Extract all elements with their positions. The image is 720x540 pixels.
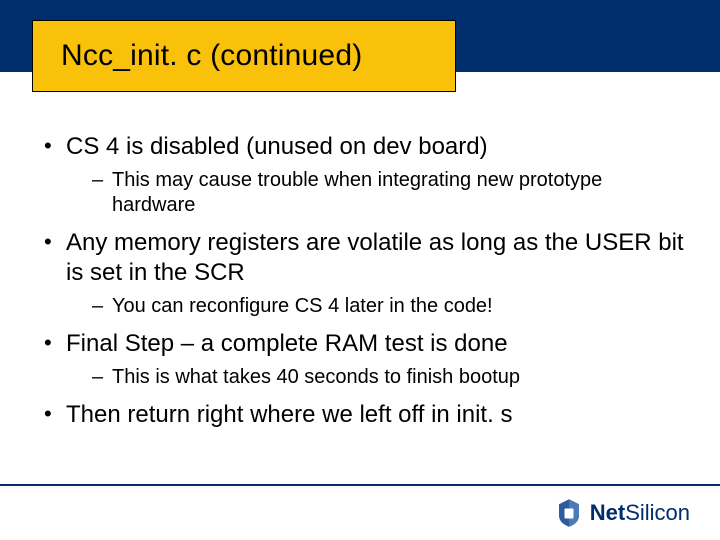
content-area: CS 4 is disabled (unused on dev board) T… [40, 132, 690, 434]
sub-list: This may cause trouble when integrating … [66, 168, 690, 218]
sub-list: This is what takes 40 seconds to finish … [66, 365, 690, 390]
bullet-item: Final Step – a complete RAM test is done… [40, 329, 690, 390]
bullet-text: Final Step – a complete RAM test is done [66, 330, 508, 357]
bullet-item: Then return right where we left off in i… [40, 400, 690, 430]
slide-title: Ncc_init. c (continued) [61, 39, 362, 73]
sub-item: This is what takes 40 seconds to finish … [92, 365, 690, 390]
sub-item: This may cause trouble when integrating … [92, 168, 690, 218]
bullet-text: Then return right where we left off in i… [66, 401, 512, 428]
footer-bar: NetSilicon [0, 484, 720, 540]
shield-icon [554, 498, 584, 528]
sub-item: You can reconfigure CS 4 later in the co… [92, 294, 690, 319]
bullet-text: Any memory registers are volatile as lon… [66, 229, 684, 286]
bullet-item: CS 4 is disabled (unused on dev board) T… [40, 132, 690, 218]
sub-list: You can reconfigure CS 4 later in the co… [66, 294, 690, 319]
bullet-item: Any memory registers are volatile as lon… [40, 228, 690, 319]
bullet-text: CS 4 is disabled (unused on dev board) [66, 133, 488, 160]
footer-brand: NetSilicon [590, 500, 690, 526]
bullet-list: CS 4 is disabled (unused on dev board) T… [40, 132, 690, 430]
title-box: Ncc_init. c (continued) [32, 20, 456, 92]
footer-logo: NetSilicon [554, 498, 690, 528]
